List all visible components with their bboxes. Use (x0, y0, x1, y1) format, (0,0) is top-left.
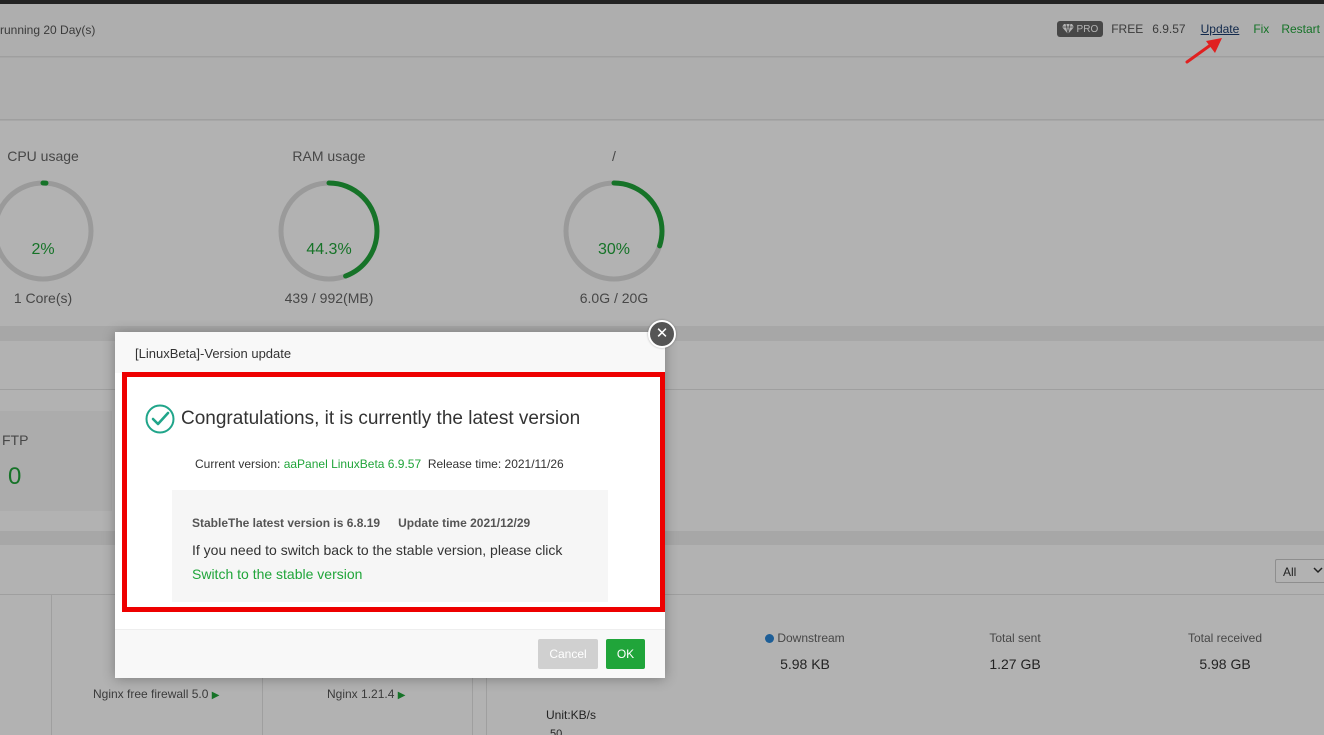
close-icon[interactable]: ✕ (648, 320, 676, 348)
cancel-button[interactable]: Cancel (538, 639, 598, 669)
dialog-title: [LinuxBeta]-Version update (115, 332, 665, 373)
version-update-dialog: [LinuxBeta]-Version update ✕ Congratulat… (115, 320, 676, 678)
red-arrow-annotation (1185, 38, 1222, 64)
dialog-footer: Cancel OK (115, 629, 665, 678)
highlight-box (122, 372, 665, 612)
ok-button[interactable]: OK (606, 639, 645, 669)
